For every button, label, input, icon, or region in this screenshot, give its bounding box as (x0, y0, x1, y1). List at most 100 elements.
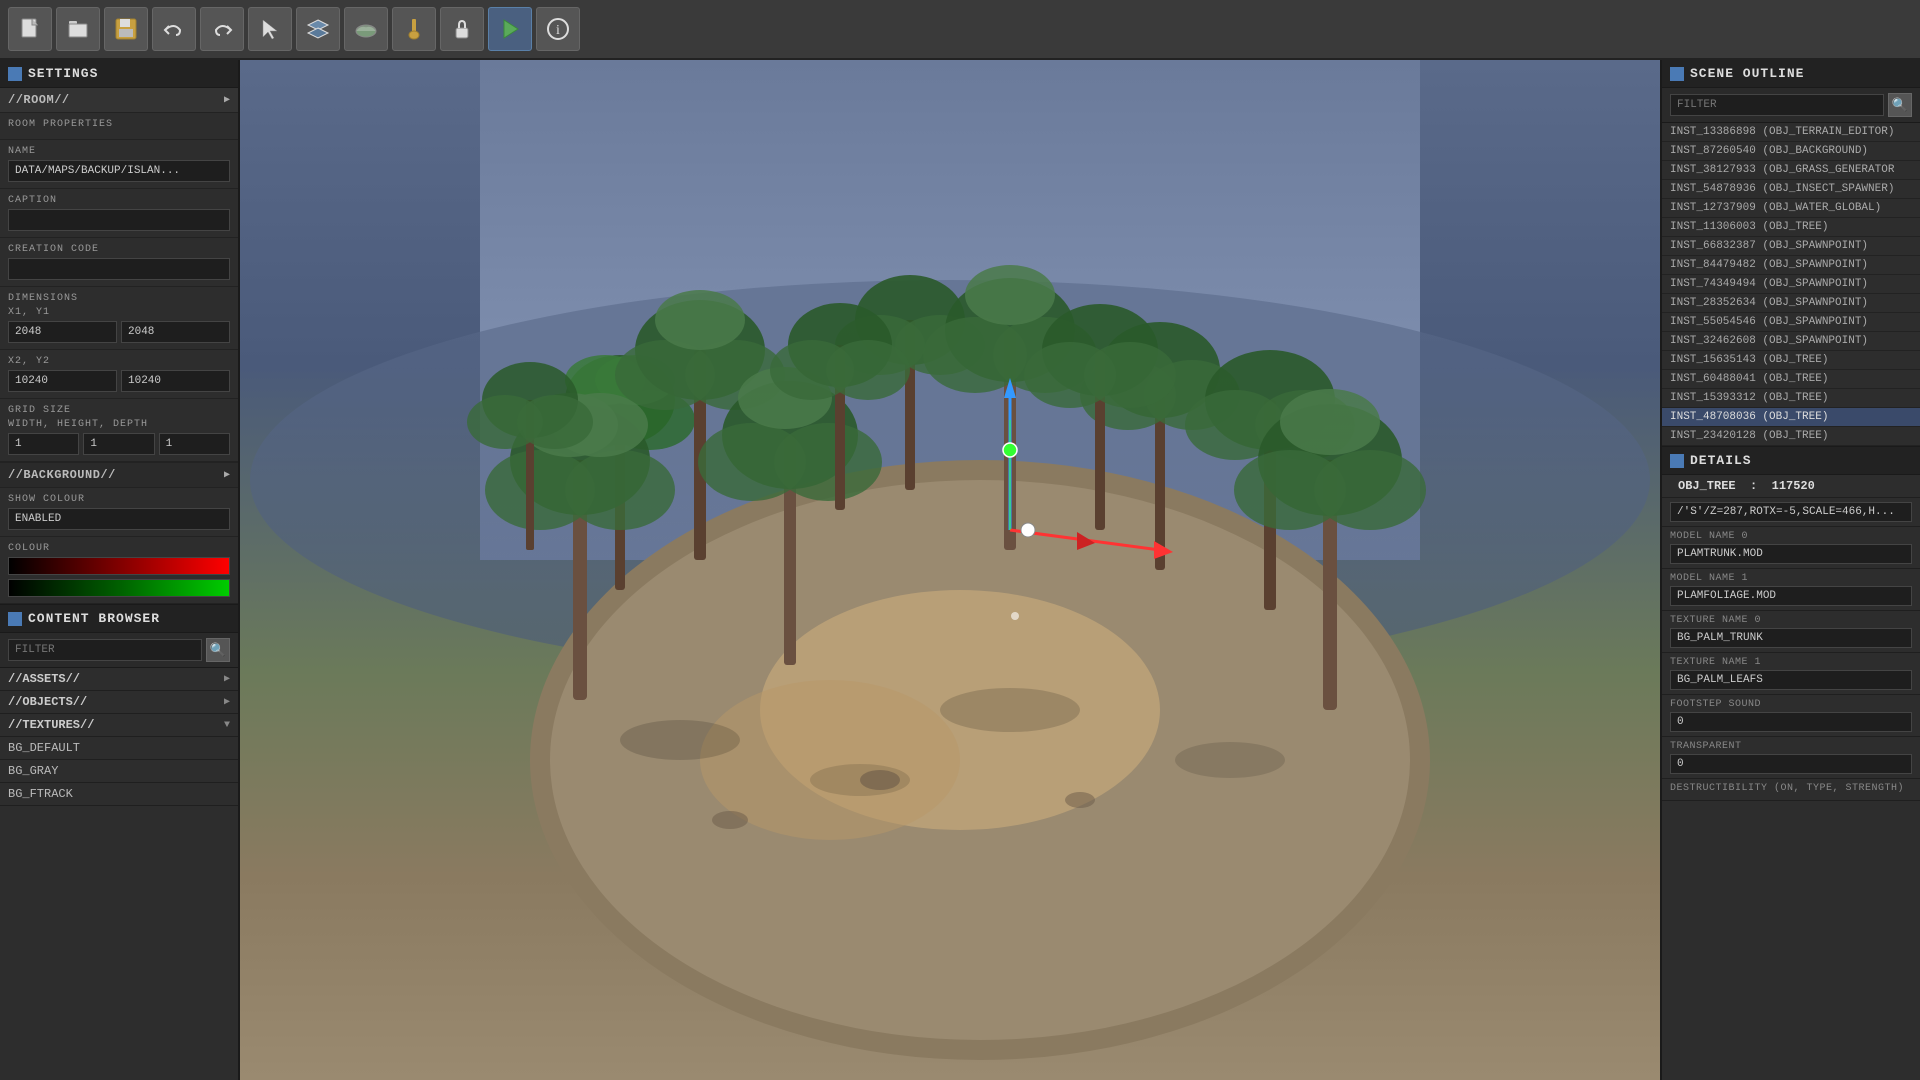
layer-button[interactable] (296, 7, 340, 51)
bg-ftrack-item[interactable]: BG_FTRACK (0, 783, 238, 806)
textures-item[interactable]: //TEXTURES// ▼ (0, 714, 238, 737)
outline-item-tree5[interactable]: INST_48708036 (OBJ_TREE) (1662, 408, 1920, 427)
texture-name-1-input[interactable] (1670, 670, 1912, 690)
show-colour-input[interactable] (8, 508, 230, 530)
width-input[interactable] (8, 433, 79, 455)
content-filter-input[interactable] (8, 639, 202, 661)
outline-item-spawn5[interactable]: INST_55054546 (OBJ_SPAWNPOINT) (1662, 313, 1920, 332)
assets-item[interactable]: //ASSETS// ▶ (0, 668, 238, 691)
outline-item-spawn2[interactable]: INST_84479482 (OBJ_SPAWNPOINT) (1662, 256, 1920, 275)
y1-input[interactable] (121, 321, 230, 343)
caption-label: CAPTION (8, 195, 230, 206)
viewport[interactable] (240, 60, 1660, 1080)
show-colour-section: SHOW COLOUR (0, 488, 238, 537)
outline-item-tree3[interactable]: INST_60488041 (OBJ_TREE) (1662, 370, 1920, 389)
creation-code-section: CREATION CODE (0, 238, 238, 287)
bg-default-item[interactable]: BG_DEFAULT (0, 737, 238, 760)
scene-outline-header: SCENE OUTLINE (1662, 60, 1920, 88)
caption-input[interactable] (8, 209, 230, 231)
save-file-button[interactable] (104, 7, 148, 51)
obj-creation-code-input[interactable] (1670, 502, 1912, 522)
transparent-input[interactable] (1670, 754, 1912, 774)
outline-item-tree4[interactable]: INST_15393312 (OBJ_TREE) (1662, 389, 1920, 408)
outline-item-tree6[interactable]: INST_23420128 (OBJ_TREE) (1662, 427, 1920, 446)
x2-input[interactable] (8, 370, 117, 392)
redo-button[interactable] (200, 7, 244, 51)
outline-item-tree1[interactable]: INST_11306003 (OBJ_TREE) (1662, 218, 1920, 237)
obj-type-row: OBJ_TREE : 117520 (1662, 475, 1920, 498)
play-button[interactable] (488, 7, 532, 51)
details-icon (1670, 454, 1684, 468)
outline-item-terrain[interactable]: INST_13386898 (OBJ_TERRAIN_EDITOR) (1662, 123, 1920, 142)
select-button[interactable] (248, 7, 292, 51)
new-file-button[interactable] (8, 7, 52, 51)
outline-search-button[interactable]: 🔍 (1888, 93, 1912, 117)
right-panel: SCENE OUTLINE 🔍 INST_13386898 (OBJ_TERRA… (1660, 60, 1920, 1080)
content-browser-icon (8, 612, 22, 626)
outline-item-spawn4[interactable]: INST_28352634 (OBJ_SPAWNPOINT) (1662, 294, 1920, 313)
name-input[interactable] (8, 160, 230, 182)
model-name-0-input[interactable] (1670, 544, 1912, 564)
footstep-sound-label: FOOTSTEP SOUND (1670, 699, 1912, 710)
name-section: NAME (0, 140, 238, 189)
x2y2-section: X2, Y2 (0, 350, 238, 399)
green-color-bar[interactable] (8, 579, 230, 597)
red-color-bar[interactable] (8, 557, 230, 575)
depth-input[interactable] (159, 433, 230, 455)
scene-svg (240, 60, 1660, 1080)
background-section-header[interactable]: //BACKGROUND// ▶ (0, 462, 238, 488)
bg-gray-item[interactable]: BG_GRAY (0, 760, 238, 783)
room-properties-section: ROOM PROPERTIES (0, 113, 238, 140)
textures-label: //TEXTURES// (8, 718, 94, 732)
outline-item-tree2[interactable]: INST_15635143 (OBJ_TREE) (1662, 351, 1920, 370)
undo-button[interactable] (152, 7, 196, 51)
footstep-sound-input[interactable] (1670, 712, 1912, 732)
paint-button[interactable] (392, 7, 436, 51)
content-filter-row: 🔍 (0, 633, 238, 668)
x1-input[interactable] (8, 321, 117, 343)
scene-view (240, 60, 1660, 1080)
grid-size-section: GRID SIZE WIDTH, HEIGHT, DEPTH (0, 399, 238, 462)
content-browser-header: CONTENT BROWSER (0, 605, 238, 633)
outline-item-spawn1[interactable]: INST_66832387 (OBJ_SPAWNPOINT) (1662, 237, 1920, 256)
outline-item-grass[interactable]: INST_38127933 (OBJ_GRASS_GENERATOR (1662, 161, 1920, 180)
outline-item-insect[interactable]: INST_54878936 (OBJ_INSECT_SPAWNER) (1662, 180, 1920, 199)
height-input[interactable] (83, 433, 154, 455)
room-section-header[interactable]: //ROOM// ▶ (0, 88, 238, 113)
room-arrow: ▶ (224, 94, 230, 106)
outline-item-background[interactable]: INST_87260540 (OBJ_BACKGROUND) (1662, 142, 1920, 161)
content-browser: CONTENT BROWSER 🔍 //ASSETS// ▶ //OBJECTS… (0, 604, 238, 1080)
destructibility-label: DESTRUCTIBILITY (ON, TYPE, STRENGTH) (1670, 783, 1912, 794)
name-label: NAME (8, 146, 230, 157)
objects-item[interactable]: //OBJECTS// ▶ (0, 691, 238, 714)
info-button[interactable]: i (536, 7, 580, 51)
grid-size-label: GRID SIZE (8, 405, 230, 416)
open-file-button[interactable] (56, 7, 100, 51)
objects-arrow: ▶ (224, 696, 230, 708)
creation-code-input[interactable] (8, 258, 230, 280)
outline-filter-row: 🔍 (1662, 88, 1920, 123)
x2y2-row (8, 370, 230, 392)
whd-label: WIDTH, HEIGHT, DEPTH (8, 419, 230, 430)
settings-title: SETTINGS (28, 66, 98, 81)
room-section-label: //ROOM// (8, 93, 70, 107)
texture-name-1-label: TEXTURE NAME 1 (1670, 657, 1912, 668)
bg-gray-label: BG_GRAY (8, 764, 58, 778)
settings-panel-header: SETTINGS (0, 60, 238, 88)
terrain-button[interactable] (344, 7, 388, 51)
model-name-1-input[interactable] (1670, 586, 1912, 606)
assets-arrow: ▶ (224, 673, 230, 685)
outline-item-spawn3[interactable]: INST_74349494 (OBJ_SPAWNPOINT) (1662, 275, 1920, 294)
texture-name-0-input[interactable] (1670, 628, 1912, 648)
content-search-button[interactable]: 🔍 (206, 638, 230, 662)
destructibility-row: DESTRUCTIBILITY (ON, TYPE, STRENGTH) (1662, 779, 1920, 801)
creation-code-label: CREATION CODE (8, 244, 230, 255)
outline-item-spawn6[interactable]: INST_32462608 (OBJ_SPAWNPOINT) (1662, 332, 1920, 351)
lock-button[interactable] (440, 7, 484, 51)
outline-filter-input[interactable] (1670, 94, 1884, 116)
caption-section: CAPTION (0, 189, 238, 238)
dimensions-label: DIMENSIONS (8, 293, 230, 304)
outline-item-water[interactable]: INST_12737909 (OBJ_WATER_GLOBAL) (1662, 199, 1920, 218)
toolbar: i (0, 0, 1920, 60)
y2-input[interactable] (121, 370, 230, 392)
